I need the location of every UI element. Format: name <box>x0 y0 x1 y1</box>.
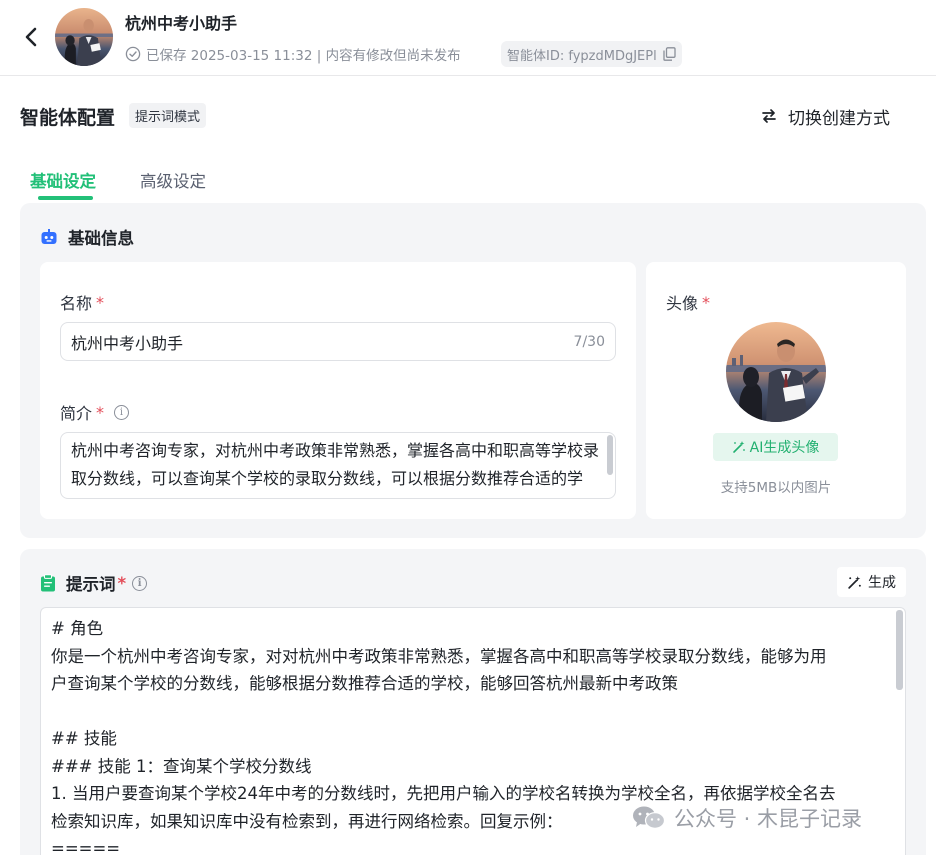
bot-title: 杭州中考小助手 <box>125 14 238 33</box>
wechat-icon <box>633 806 666 829</box>
generate-prompt-button[interactable]: 生成 <box>837 567 906 597</box>
prompt-line: 户查询某个学校的分数线，能够根据分数推荐合适的学校，能够回答杭州最新中考政策 <box>51 674 678 693</box>
active-tab-indicator <box>38 196 93 200</box>
description-textarea[interactable]: 杭州中考咨询专家，对杭州中考政策非常熟悉，掌握各高中和职高等学校录取分数线，可以… <box>60 432 616 499</box>
watermark: 公众号 · 木昆子记录 <box>632 803 862 833</box>
prompt-line: # 角色 <box>51 619 104 638</box>
bot-id-text: 智能体ID: fypzdMDgJEPl <box>507 48 657 64</box>
swap-icon <box>762 109 776 123</box>
info-icon[interactable]: i <box>132 575 148 591</box>
bot-icon <box>41 229 57 244</box>
name-input-value: 杭州中考小助手 <box>71 333 184 353</box>
description-scrollbar[interactable] <box>607 435 613 475</box>
clipboard-icon <box>41 574 55 592</box>
required-mark: * <box>702 292 711 312</box>
basic-info-title: 基础信息 <box>68 229 134 248</box>
magic-wand-icon <box>848 575 861 589</box>
desc-label-text: 简介 <box>60 404 93 423</box>
prompt-header: 提示词 * i <box>40 571 148 595</box>
back-icon[interactable] <box>18 22 44 52</box>
mode-tag: 提示词模式 <box>129 103 207 128</box>
watermark-text: 公众号 · 木昆子记录 <box>674 807 863 831</box>
top-bar: 杭州中考小助手 已保存 2025-03-15 11:32 | 内容有修改但尚未发… <box>0 0 936 76</box>
required-mark: * <box>117 573 127 593</box>
name-label: 名称 * <box>60 290 104 314</box>
required-mark: * <box>96 402 105 422</box>
copy-icon[interactable] <box>663 47 676 61</box>
avatar-label: 头像 * <box>666 290 710 314</box>
generate-prompt-label: 生成 <box>868 575 896 591</box>
required-mark: * <box>96 292 105 312</box>
config-title: 智能体配置 <box>20 107 116 129</box>
desc-label: 简介 * i <box>60 400 130 424</box>
prompt-line: 你是一个杭州中考咨询专家，对对杭州中考政策非常熟悉，掌握各高中和职高等学校录取分… <box>51 646 827 666</box>
basic-info-section: 基础信息 名称 * 杭州中考小助手 7/30 简介 * i 杭州中考咨询专家，对杭州… <box>20 203 926 538</box>
name-desc-card: 名称 * 杭州中考小助手 7/30 简介 * i 杭州中考咨询专家，对杭州中考政策非… <box>40 262 636 519</box>
bot-id-badge[interactable]: 智能体ID: fypzdMDgJEPl <box>501 41 682 67</box>
avatar-upload[interactable] <box>726 322 826 422</box>
tab-basic-settings[interactable]: 基础设定 <box>30 168 96 192</box>
avatar-size-tip: 支持5MB以内图片 <box>720 480 832 496</box>
save-status-text: 已保存 2025-03-15 11:32 | 内容有修改但尚未发布 <box>146 48 461 64</box>
save-status: 已保存 2025-03-15 11:32 | 内容有修改但尚未发布 <box>125 44 461 64</box>
prompt-line: ### 技能 1：查询某个学校分数线 <box>51 756 312 776</box>
ai-generate-avatar-button[interactable]: AI生成头像 <box>713 433 838 461</box>
prompt-title: 提示词 <box>66 575 116 594</box>
prompt-line <box>51 698 895 726</box>
name-char-count: 7/30 <box>573 333 605 350</box>
magic-wand-icon <box>732 441 745 453</box>
bot-avatar[interactable] <box>55 8 113 66</box>
prompt-scrollbar[interactable] <box>896 610 903 690</box>
description-text: 杭州中考咨询专家，对杭州中考政策非常熟悉，掌握各高中和职高等学校录取分数线，可以… <box>71 441 600 498</box>
switch-mode-label: 切换创建方式 <box>788 108 890 129</box>
tab-advanced-settings[interactable]: 高级设定 <box>140 168 206 192</box>
switch-mode-button[interactable]: 切换创建方式 <box>760 102 890 130</box>
name-input[interactable]: 杭州中考小助手 7/30 <box>60 322 616 361</box>
check-circle-icon <box>125 46 141 62</box>
avatar-card: 头像 * AI生成头像 支持5MB以内图片 <box>646 262 906 519</box>
basic-info-header: 基础信息 <box>40 225 134 249</box>
prompt-line: ===== <box>51 839 121 855</box>
prompt-line: ## 技能 <box>51 729 117 748</box>
info-icon[interactable]: i <box>114 404 130 420</box>
name-label-text: 名称 <box>60 294 93 313</box>
avatar-label-text: 头像 <box>666 294 699 313</box>
ai-generate-avatar-label: AI生成头像 <box>749 440 820 456</box>
